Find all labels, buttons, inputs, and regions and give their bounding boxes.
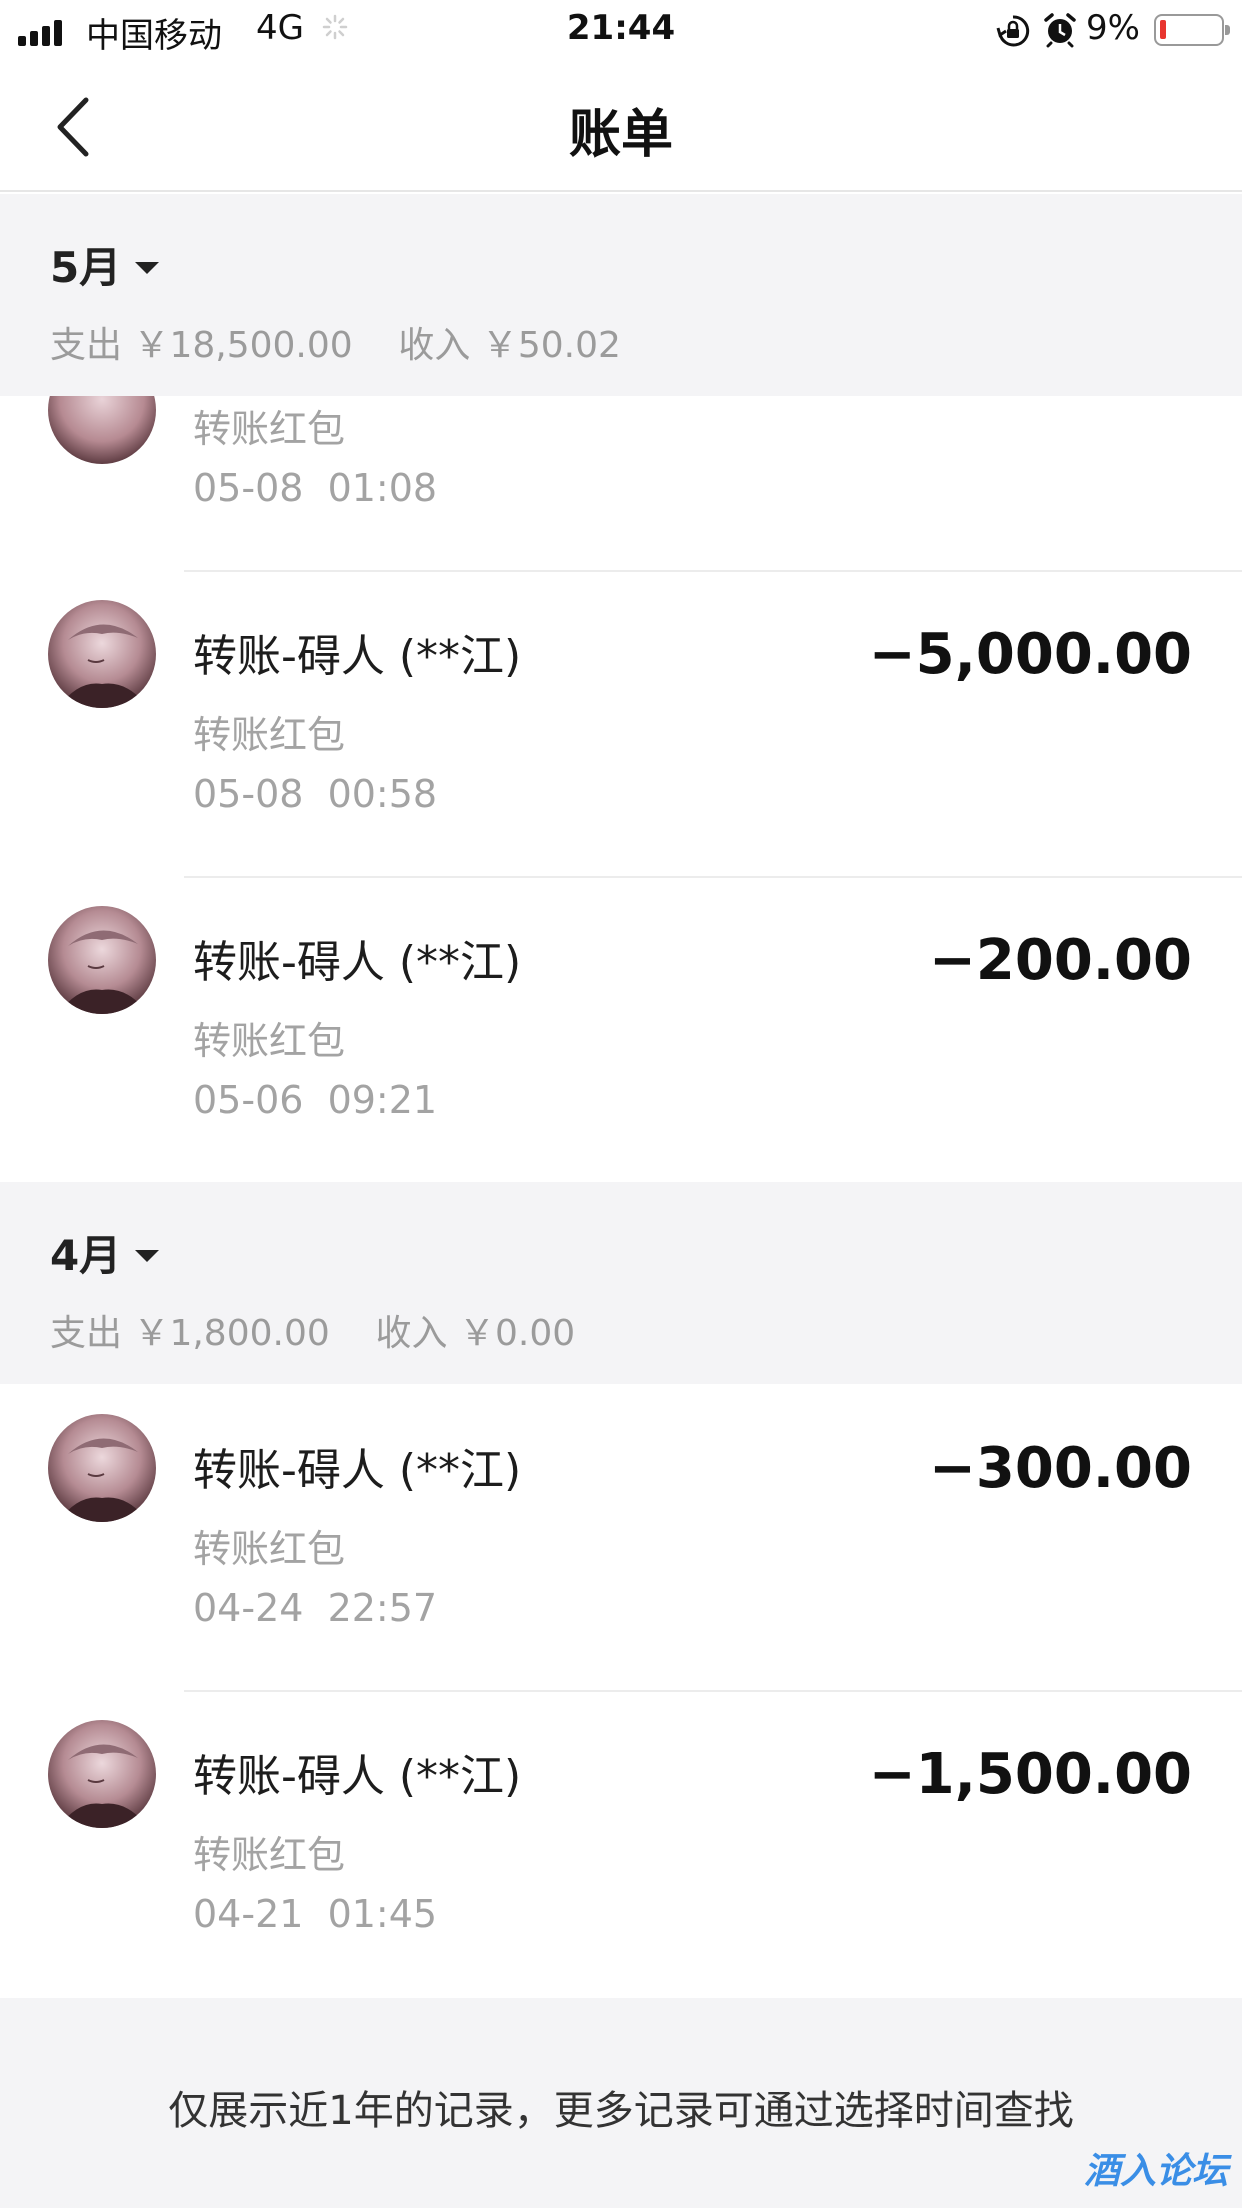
transaction-row[interactable]: 转账-碍人 (**江) −1,500.00 转账红包 04-21 01:45 (0, 1690, 1242, 1996)
transaction-type: 转账红包 (193, 1527, 346, 1571)
divider (184, 876, 1242, 878)
transaction-row[interactable]: 转账-碍人 (**江) −5,000.00 转账红包 05-08 00:58 (0, 570, 1242, 876)
transaction-time: 04-21 01:45 (193, 1892, 438, 1936)
transaction-type: 转账红包 (193, 1019, 346, 1063)
month-header-may: 5月 支出 ￥18,500.00 收入 ￥50.02 (0, 194, 1242, 396)
page-title: 账单 (568, 105, 673, 165)
caret-down-icon (135, 1249, 160, 1262)
transaction-amount: −1,500.00 (868, 1742, 1192, 1807)
avatar (48, 906, 156, 1014)
transaction-type: 转账红包 (193, 407, 346, 451)
watermark-logo: 酒入论坛 (1083, 2151, 1228, 2192)
transaction-name: 转账-碍人 (**江) (193, 1445, 522, 1496)
divider (184, 1690, 1242, 1692)
transaction-time: 05-08 01:08 (193, 466, 438, 510)
battery-level (1160, 20, 1166, 39)
avatar (48, 396, 156, 464)
divider (184, 570, 1242, 572)
rotation-lock-icon (996, 15, 1030, 47)
transaction-row[interactable]: 转账-碍人 (**江) −200.00 转账红包 05-06 09:21 (0, 876, 1242, 1182)
transaction-time: 04-24 22:57 (193, 1586, 438, 1630)
transaction-name: 转账-碍人 (**江) (193, 1751, 522, 1802)
battery-percent: 9% (1086, 8, 1140, 48)
month-header-april: 4月 支出 ￥1,800.00 收入 ￥0.00 (0, 1182, 1242, 1384)
avatar (48, 600, 156, 708)
transaction-name: 转账-碍人 (**江) (193, 631, 522, 682)
battery-icon (1154, 14, 1230, 46)
status-bar: 中国移动 4G 21:44 9% (0, 0, 1242, 62)
transaction-amount: −300.00 (928, 1436, 1192, 1501)
month-summary: 支出 ￥1,800.00 收入 ￥0.00 (50, 1313, 576, 1354)
month-selector[interactable]: 5月 (50, 234, 160, 295)
caret-down-icon (135, 261, 160, 274)
alarm-icon (1044, 13, 1076, 48)
avatar (48, 1414, 156, 1522)
avatar (48, 1720, 156, 1828)
transaction-amount: −200.00 (928, 928, 1192, 993)
nav-bar: 账单 (0, 62, 1242, 192)
transaction-type: 转账红包 (193, 713, 346, 757)
transaction-row-partial[interactable]: 转账红包 05-08 01:08 (0, 396, 1242, 570)
footer-note: 仅展示近1年的记录，更多记录可通过选择时间查找 (168, 2088, 1074, 2134)
month-label: 4月 (50, 1231, 122, 1280)
transaction-name: 转账-碍人 (**江) (193, 937, 522, 988)
transaction-row[interactable]: 转账-碍人 (**江) −300.00 转账红包 04-24 22:57 (0, 1384, 1242, 1690)
transaction-time: 05-06 09:21 (193, 1078, 438, 1122)
month-label: 5月 (50, 243, 122, 292)
month-summary: 支出 ￥18,500.00 收入 ￥50.02 (50, 325, 621, 366)
footer: 仅展示近1年的记录，更多记录可通过选择时间查找 酒入论坛 (0, 1998, 1242, 2208)
month-selector[interactable]: 4月 (50, 1222, 160, 1283)
transaction-amount: −5,000.00 (868, 622, 1192, 687)
transaction-time: 05-08 00:58 (193, 772, 438, 816)
transaction-type: 转账红包 (193, 1833, 346, 1877)
